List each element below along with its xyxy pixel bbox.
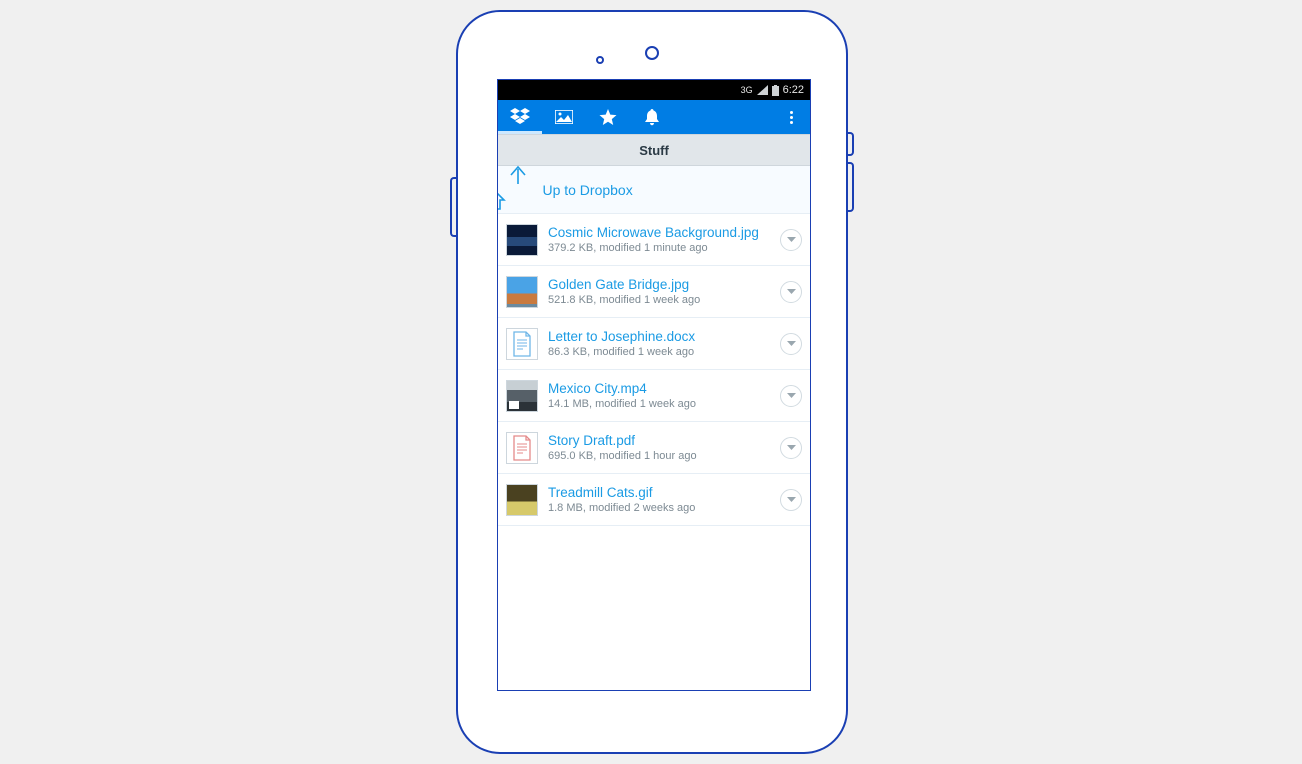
phone-button-right-1 [846,132,854,156]
photo-icon [555,110,573,124]
file-meta: 86.3 KB, modified 1 week ago [548,345,770,360]
folder-title-bar: Stuff [498,134,810,166]
file-thumbnail [506,328,538,360]
file-name: Mexico City.mp4 [548,380,770,397]
android-status-bar: 3G 6:22 [498,80,810,100]
file-thumbnail [506,224,538,256]
favorites-tab[interactable] [586,100,630,134]
folder-title: Stuff [639,143,669,158]
file-options-button[interactable] [780,229,802,251]
file-list: Cosmic Microwave Background.jpg 379.2 KB… [498,214,810,526]
file-info: Cosmic Microwave Background.jpg 379.2 KB… [548,224,770,256]
file-meta: 14.1 MB, modified 1 week ago [548,397,770,412]
chevron-down-icon [787,237,796,243]
file-thumbnail [506,276,538,308]
file-row[interactable]: Golden Gate Bridge.jpg 521.8 KB, modifie… [498,266,810,318]
file-info: Treadmill Cats.gif 1.8 MB, modified 2 we… [548,484,770,516]
file-name: Treadmill Cats.gif [548,484,770,501]
file-info: Letter to Josephine.docx 86.3 KB, modifi… [548,328,770,360]
file-thumbnail [506,484,538,516]
action-bar [498,100,810,134]
network-3g-label: 3G [741,86,753,95]
status-clock: 6:22 [783,84,804,96]
chevron-down-icon [787,341,796,347]
file-info: Golden Gate Bridge.jpg 521.8 KB, modifie… [548,276,770,308]
chevron-down-icon [787,497,796,503]
file-thumbnail [506,432,538,464]
battery-icon [772,85,779,96]
signal-icon [757,85,768,95]
star-icon [599,109,617,126]
file-row[interactable]: Letter to Josephine.docx 86.3 KB, modifi… [498,318,810,370]
photos-tab[interactable] [542,100,586,134]
chevron-down-icon [787,289,796,295]
file-row[interactable]: Mexico City.mp4 14.1 MB, modified 1 week… [498,370,810,422]
file-name: Story Draft.pdf [548,432,770,449]
file-options-button[interactable] [780,489,802,511]
file-thumbnail [506,380,538,412]
file-row[interactable]: Story Draft.pdf 695.0 KB, modified 1 hou… [498,422,810,474]
file-row[interactable]: Treadmill Cats.gif 1.8 MB, modified 2 we… [498,474,810,526]
file-name: Letter to Josephine.docx [548,328,770,345]
phone-button-left [450,177,458,237]
file-info: Mexico City.mp4 14.1 MB, modified 1 week… [548,380,770,412]
file-meta: 379.2 KB, modified 1 minute ago [548,241,770,256]
phone-screen: 3G 6:22 [498,80,810,690]
file-meta: 695.0 KB, modified 1 hour ago [548,449,770,464]
file-options-button[interactable] [780,281,802,303]
phone-camera [645,46,659,60]
overflow-menu-button[interactable] [776,100,806,134]
chevron-down-icon [787,445,796,451]
file-options-button[interactable] [780,385,802,407]
file-meta: 521.8 KB, modified 1 week ago [548,293,770,308]
file-name: Cosmic Microwave Background.jpg [548,224,770,241]
up-arrow-icon [508,164,530,216]
file-row[interactable]: Cosmic Microwave Background.jpg 379.2 KB… [498,214,810,266]
file-info: Story Draft.pdf 695.0 KB, modified 1 hou… [548,432,770,464]
chevron-down-icon [787,393,796,399]
dropbox-tab[interactable] [498,100,542,134]
file-options-button[interactable] [780,437,802,459]
notifications-tab[interactable] [630,100,674,134]
file-name: Golden Gate Bridge.jpg [548,276,770,293]
file-meta: 1.8 MB, modified 2 weeks ago [548,501,770,516]
phone-frame: 3G 6:22 [456,10,848,754]
phone-sensor [596,56,604,64]
bell-icon [644,109,660,126]
dropbox-icon [510,108,530,126]
file-options-button[interactable] [780,333,802,355]
up-to-parent-row[interactable]: Up to Dropbox [498,166,810,214]
phone-button-right-2 [846,162,854,212]
up-to-parent-label: Up to Dropbox [542,182,632,198]
overflow-icon [790,109,793,126]
